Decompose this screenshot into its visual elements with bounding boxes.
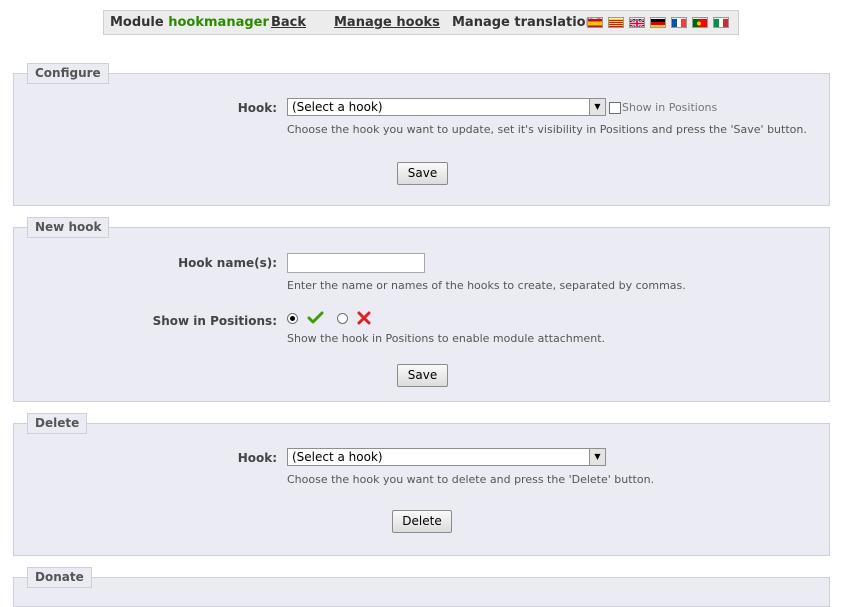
delete-button[interactable]: Delete bbox=[392, 510, 452, 533]
show-in-positions-field-label: Show in Positions: bbox=[152, 314, 277, 328]
delete-hook-value: (Select a hook) bbox=[292, 450, 383, 464]
module-nav-bar: Module hookmanager Back Manage hooks Man… bbox=[103, 10, 739, 35]
positions-yes-radio[interactable] bbox=[287, 313, 298, 324]
show-in-positions-checkbox[interactable] bbox=[609, 102, 621, 114]
hook-names-label: Hook name(s): bbox=[178, 256, 277, 270]
delete-hook-label: Hook: bbox=[237, 451, 277, 465]
configure-hook-value: (Select a hook) bbox=[292, 100, 383, 114]
positions-no-radio[interactable] bbox=[337, 313, 348, 324]
configure-hook-label: Hook: bbox=[237, 101, 277, 115]
configure-panel bbox=[13, 73, 830, 206]
flag-it-icon[interactable] bbox=[713, 17, 729, 28]
configure-legend: Configure bbox=[27, 63, 109, 84]
back-link[interactable]: Back bbox=[271, 15, 306, 30]
dropdown-arrow-icon: ▼ bbox=[589, 99, 605, 115]
cross-icon bbox=[357, 311, 371, 325]
delete-hook-select[interactable]: (Select a hook) ▼ bbox=[287, 448, 606, 466]
delete-hint: Choose the hook you want to delete and p… bbox=[287, 473, 655, 486]
new-hook-legend: New hook bbox=[27, 217, 110, 238]
manage-hooks-link[interactable]: Manage hooks bbox=[334, 15, 440, 30]
flag-ca-icon[interactable] bbox=[608, 17, 624, 28]
show-in-positions-label: Show in Positions bbox=[622, 101, 718, 114]
configure-hint: Choose the hook you want to update, set … bbox=[287, 123, 807, 136]
delete-legend: Delete bbox=[27, 413, 88, 434]
configure-save-button[interactable]: Save bbox=[397, 162, 448, 185]
dropdown-arrow-icon: ▼ bbox=[589, 449, 605, 465]
configure-hook-select[interactable]: (Select a hook) ▼ bbox=[287, 98, 606, 116]
module-prefix: Module bbox=[110, 15, 164, 30]
check-icon bbox=[307, 311, 324, 324]
delete-panel bbox=[13, 423, 830, 556]
flag-de-icon[interactable] bbox=[650, 17, 666, 28]
donate-panel bbox=[13, 577, 830, 607]
flag-pt-icon[interactable] bbox=[692, 17, 708, 28]
manage-translations-label: Manage translations bbox=[452, 15, 603, 30]
flag-gb-icon[interactable] bbox=[629, 17, 645, 28]
module-title: Module hookmanager bbox=[110, 15, 269, 30]
hook-names-input[interactable] bbox=[287, 253, 425, 273]
flag-es-icon[interactable] bbox=[587, 17, 603, 28]
module-name: hookmanager bbox=[168, 15, 269, 30]
flag-fr-icon[interactable] bbox=[671, 17, 687, 28]
hook-names-hint: Enter the name or names of the hooks to … bbox=[287, 279, 686, 292]
show-in-positions-hint: Show the hook in Positions to enable mod… bbox=[287, 332, 606, 345]
new-hook-save-button[interactable]: Save bbox=[397, 364, 448, 387]
